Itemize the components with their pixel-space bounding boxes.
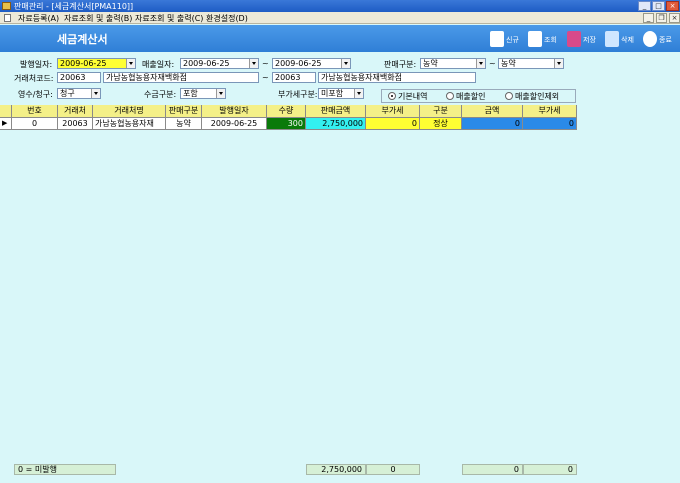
radio-exclude-discount-label[interactable]: 매출할인제외 (515, 91, 559, 102)
customer-name-to-input[interactable]: 가남농협농용자재백화점 (318, 72, 476, 83)
table-cell-vat[interactable]: 0 (366, 118, 420, 130)
table-cell-customer[interactable]: 20063 (58, 118, 93, 130)
close-icon[interactable]: × (666, 1, 679, 11)
col-header-qty[interactable]: 수량 (267, 105, 306, 118)
menu-bar: 자료등록(A) 자료조회 및 출력(B) 자료조회 및 출력(C) 환경설정(D… (0, 12, 680, 24)
window-title: 판매관리 - [세금계산서[PMA110]] (14, 2, 134, 11)
col-header-sale-type[interactable]: 판매구분 (166, 105, 202, 118)
collect-select[interactable]: 포함 (180, 88, 226, 99)
col-header-vat2[interactable]: 부가세 (523, 105, 577, 118)
mdi-restore-icon[interactable]: ❐ (656, 13, 667, 23)
radio-sales-discount[interactable] (446, 92, 454, 100)
table-cell-type[interactable]: 정상 (420, 118, 462, 130)
col-header-issue-date[interactable]: 발행일자 (202, 105, 267, 118)
table-cell-sales-amount[interactable]: 2,750,000 (306, 118, 366, 130)
receipt-select[interactable]: 청구 (57, 88, 101, 99)
legend-unissued: 0 = 미발행 (14, 464, 116, 475)
sale-type-label: 판매구분: (384, 60, 417, 69)
chevron-down-icon[interactable] (126, 59, 135, 68)
table-cell-no[interactable]: 0 (12, 118, 58, 130)
table-cell-amount[interactable]: 0 (462, 118, 523, 130)
radio-exclude-discount[interactable] (505, 92, 513, 100)
exit-button[interactable]: 종료 (643, 29, 677, 49)
col-header-type[interactable]: 구분 (420, 105, 462, 118)
issue-date-label: 발행일자: (20, 60, 53, 69)
table-cell-issue-date[interactable]: 2009-06-25 (202, 118, 267, 130)
sales-date-to-select[interactable]: 2009-06-25 (272, 58, 351, 69)
new-doc-icon (490, 31, 504, 47)
range-separator: ~ (262, 59, 269, 68)
menu-item-data-entry[interactable]: 자료등록(A) (18, 13, 59, 24)
chevron-down-icon[interactable] (249, 59, 258, 68)
col-header-vat[interactable]: 부가세 (366, 105, 420, 118)
col-header-no[interactable]: 번호 (12, 105, 58, 118)
document-icon (4, 14, 11, 22)
mdi-minimize-icon[interactable]: _ (643, 13, 654, 23)
delete-button[interactable]: 삭제 (605, 29, 641, 49)
save-button[interactable]: 저장 (567, 29, 603, 49)
collect-label: 수금구분: (144, 90, 177, 99)
customer-code-from-input[interactable]: 20063 (57, 72, 101, 83)
chevron-down-icon[interactable] (354, 89, 363, 98)
range-separator: ~ (262, 73, 269, 82)
chevron-down-icon[interactable] (341, 59, 350, 68)
window-title-bar[interactable]: 판매관리 - [세금계산서[PMA110]] _ □ × (0, 0, 680, 12)
col-header-customer[interactable]: 거래처 (58, 105, 93, 118)
col-header-amount[interactable]: 금액 (462, 105, 523, 118)
col-header-customer-name[interactable]: 거래처명 (93, 105, 166, 118)
trash-icon (605, 31, 619, 47)
minimize-icon[interactable]: _ (638, 1, 651, 11)
chevron-down-icon[interactable] (554, 59, 563, 68)
totals-footer: 0 = 미발행 2,750,000 0 0 0 (0, 462, 680, 483)
chevron-down-icon[interactable] (476, 59, 485, 68)
table-cell-sale-type[interactable]: 농약 (166, 118, 202, 130)
range-separator: ~ (489, 59, 496, 68)
search-button[interactable]: 조회 (528, 29, 564, 49)
radio-basic-label[interactable]: 기본내역 (398, 91, 427, 102)
maximize-icon[interactable]: □ (652, 1, 665, 11)
menu-item-query-c[interactable]: 자료조회 및 출력(C) (135, 13, 203, 24)
receipt-label: 영수/청구: (18, 90, 53, 99)
customer-name-from-input[interactable]: 가남농협농용자재백화점 (103, 72, 259, 83)
app-icon (2, 2, 11, 10)
vat-select[interactable]: 미포함 (318, 88, 364, 99)
issue-date-select[interactable]: 2009-06-25 (57, 58, 136, 69)
total-vat: 0 (366, 464, 420, 475)
radio-basic[interactable] (388, 92, 396, 100)
page-title: 세금계산서 (57, 33, 108, 46)
col-header-sales-amount[interactable]: 판매금액 (306, 105, 366, 118)
grid-corner (0, 105, 12, 118)
table-cell-customer-name[interactable]: 가남농협농용자재 (93, 118, 166, 130)
total-amount: 0 (462, 464, 523, 475)
customer-code-label: 거래처코드: (14, 74, 54, 83)
form-header: 세금계산서 신규 조회 저장 삭제 종료 (0, 25, 680, 52)
search-doc-icon (528, 31, 542, 47)
total-vat2: 0 (523, 464, 577, 475)
sales-date-from-select[interactable]: 2009-06-25 (180, 58, 259, 69)
radio-sales-discount-label[interactable]: 매출할인 (456, 91, 485, 102)
menu-item-query-b[interactable]: 자료조회 및 출력(B) (64, 13, 132, 24)
save-icon (567, 31, 581, 47)
chevron-down-icon[interactable] (216, 89, 225, 98)
sales-date-label: 매출일자: (142, 60, 175, 69)
new-button[interactable]: 신규 (490, 29, 526, 49)
table-cell-qty[interactable]: 300 (267, 118, 306, 130)
row-selector-icon[interactable]: ▶ (0, 118, 12, 130)
total-sales-amount: 2,750,000 (306, 464, 366, 475)
sale-type-from-select[interactable]: 농약 (420, 58, 486, 69)
menu-item-settings[interactable]: 환경설정(D) (206, 13, 248, 24)
power-icon (643, 31, 657, 47)
sale-type-to-select[interactable]: 농약 (498, 58, 564, 69)
vat-label: 부가세구분: (278, 90, 318, 99)
customer-code-to-input[interactable]: 20063 (272, 72, 316, 83)
table-cell-vat2[interactable]: 0 (523, 118, 577, 130)
chevron-down-icon[interactable] (91, 89, 100, 98)
mdi-close-icon[interactable]: × (669, 13, 680, 23)
